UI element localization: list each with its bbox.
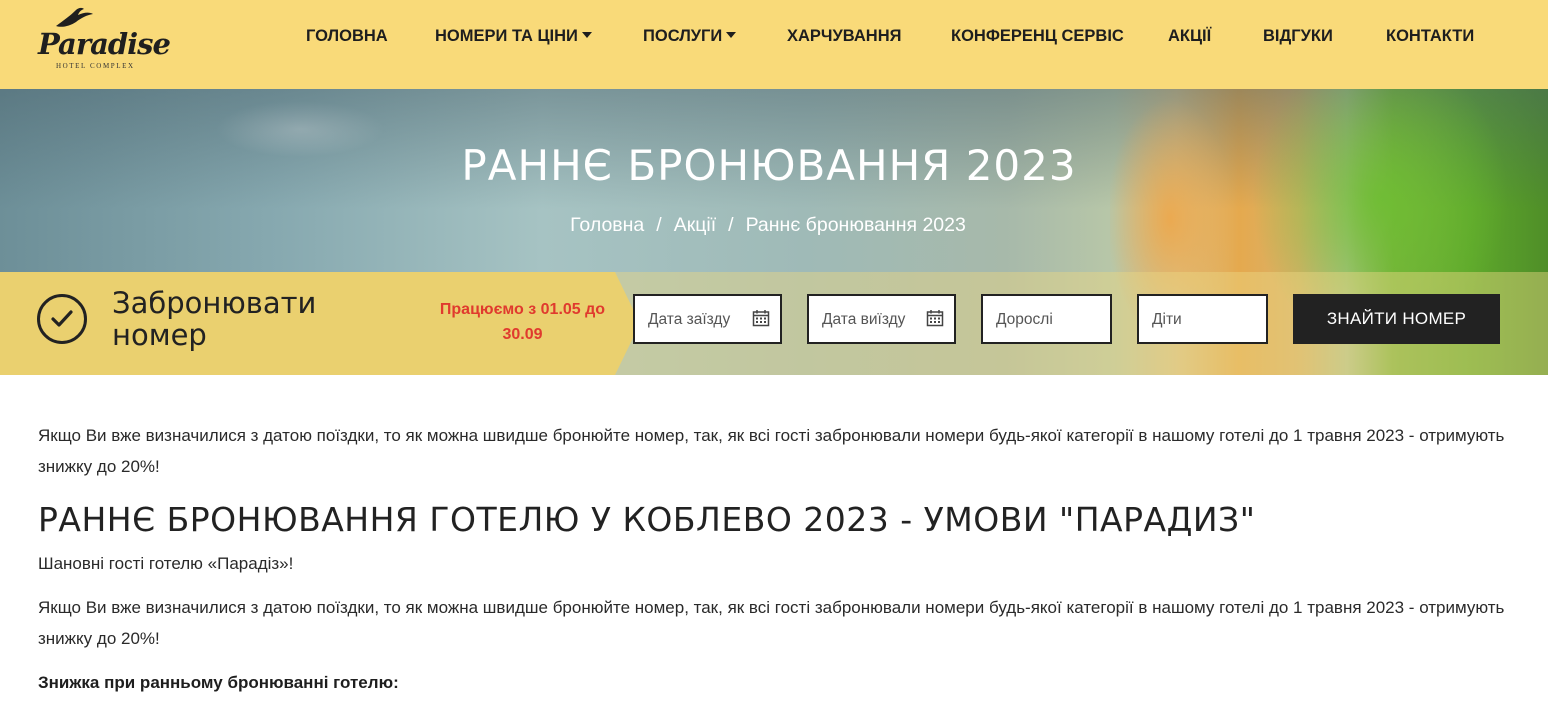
greeting-paragraph: Шановні гості готелю «Парадіз»! bbox=[38, 554, 294, 573]
children-field[interactable]: Діти bbox=[1137, 294, 1268, 344]
nav-item-contacts[interactable]: КОНТАКТИ bbox=[1386, 27, 1474, 46]
checkin-placeholder: Дата заїзду bbox=[648, 311, 731, 328]
nav-item-promotions[interactable]: АКЦІЇ bbox=[1168, 27, 1211, 46]
checkin-date-field[interactable]: Дата заїзду bbox=[633, 294, 782, 344]
checkmark-circle-icon bbox=[37, 294, 87, 344]
adults-placeholder: Дорослі bbox=[996, 311, 1053, 328]
season-notice: Працюємо з 01.05 до 30.09 bbox=[439, 301, 606, 343]
adults-field[interactable]: Дорослі bbox=[981, 294, 1112, 344]
breadcrumb-separator: / bbox=[656, 214, 662, 236]
nav-item-services[interactable]: ПОСЛУГИ bbox=[643, 27, 737, 46]
nav-item-reviews[interactable]: ВІДГУКИ bbox=[1263, 27, 1333, 46]
breadcrumb-separator: / bbox=[728, 214, 734, 236]
nav-item-home[interactable]: ГОЛОВНА bbox=[306, 27, 388, 46]
calendar-icon bbox=[926, 310, 944, 327]
booking-title: Забронювати номер bbox=[112, 286, 317, 352]
find-room-button[interactable]: ЗНАЙТИ НОМЕР bbox=[1293, 294, 1500, 344]
main-nav: ГОЛОВНА НОМЕРИ ТА ЦІНИ ПОСЛУГИ ХАРЧУВАНН… bbox=[0, 0, 1548, 72]
breadcrumb: Головна / Акції / Раннє бронювання 2023 bbox=[0, 214, 1536, 237]
chevron-down-icon bbox=[726, 32, 737, 38]
nav-item-rooms[interactable]: НОМЕРИ ТА ЦІНИ bbox=[435, 27, 592, 46]
children-placeholder: Діти bbox=[1152, 311, 1182, 328]
section-heading: РАННЄ БРОНЮВАННЯ ГОТЕЛЮ У КОБЛЕВО 2023 -… bbox=[38, 500, 1256, 539]
nav-item-food[interactable]: ХАРЧУВАННЯ bbox=[787, 27, 902, 46]
breadcrumb-home[interactable]: Головна bbox=[570, 214, 644, 236]
breadcrumb-promotions[interactable]: Акції bbox=[674, 214, 716, 236]
site-header: Paradise HOTEL COMPLEX ГОЛОВНА НОМЕРИ ТА… bbox=[0, 0, 1548, 89]
nav-item-conference[interactable]: КОНФЕРЕНЦ СЕРВІС bbox=[951, 27, 1124, 46]
discount-heading: Знижка при ранньому бронюванні готелю: bbox=[38, 673, 399, 692]
intro-paragraph: Якщо Ви вже визначилися з датою поїздки,… bbox=[38, 426, 1505, 476]
breadcrumb-current: Раннє бронювання 2023 bbox=[745, 214, 966, 236]
checkout-date-field[interactable]: Дата виїзду bbox=[807, 294, 956, 344]
page-title: РАННЄ БРОНЮВАННЯ 2023 bbox=[461, 141, 1077, 190]
calendar-icon bbox=[752, 310, 770, 327]
checkout-placeholder: Дата виїзду bbox=[822, 311, 906, 328]
intro-paragraph-repeat: Якщо Ви вже визначилися з датою поїздки,… bbox=[38, 598, 1505, 648]
chevron-down-icon bbox=[581, 32, 592, 38]
